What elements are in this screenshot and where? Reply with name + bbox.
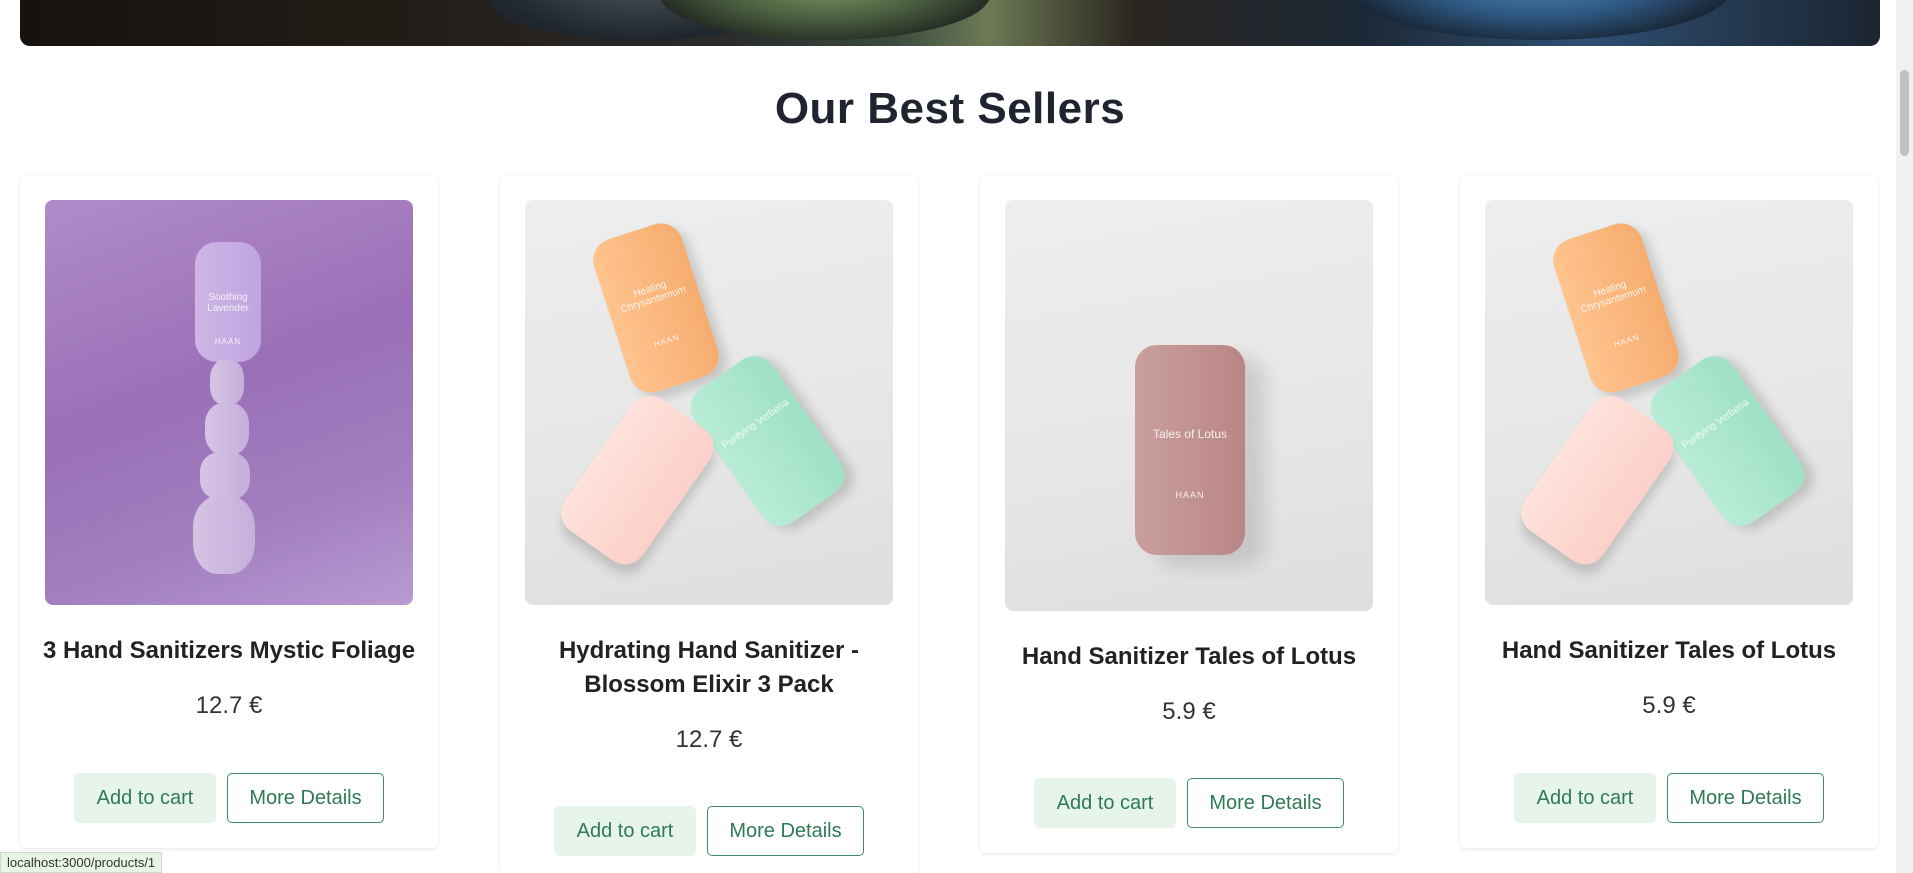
product-card: Soothing Lavender HAAN 3 Hand Sanitizers… <box>20 176 438 848</box>
scrollbar-thumb[interactable] <box>1900 70 1909 156</box>
product-price: 12.7 € <box>195 692 263 719</box>
add-to-cart-button[interactable]: Add to cart <box>554 806 696 856</box>
product-card: Healing Chrysantemum HAAN Purifying Verb… <box>1460 176 1878 848</box>
product-name[interactable]: Hand Sanitizer Tales of Lotus <box>1480 634 1858 668</box>
product-card: Healing Chrysantemum HAAN Purifying Verb… <box>500 176 918 873</box>
product-image[interactable]: Tales of Lotus HAAN <box>1005 200 1373 611</box>
product-name[interactable]: Hand Sanitizer Tales of Lotus <box>1000 640 1378 674</box>
bottle-label: Purifying Verbena <box>720 397 792 452</box>
bottle-label: Healing Chrysantemum <box>619 278 688 316</box>
more-details-button[interactable]: More Details <box>707 806 864 856</box>
more-details-button[interactable]: More Details <box>1667 773 1824 823</box>
bottle-label: Healing Chrysantemum <box>1579 278 1648 316</box>
hero-banner-image <box>20 0 1880 46</box>
brand-label: HAAN <box>652 332 681 350</box>
add-to-cart-button[interactable]: Add to cart <box>1514 773 1656 823</box>
product-price: 5.9 € <box>1642 692 1696 719</box>
product-price: 12.7 € <box>675 726 743 753</box>
product-image[interactable]: Healing Chrysantemum HAAN Purifying Verb… <box>525 200 893 605</box>
bottle-label: Purifying Verbena <box>1680 397 1752 452</box>
product-name[interactable]: 3 Hand Sanitizers Mystic Foliage <box>40 634 418 668</box>
product-card: Tales of Lotus HAAN Hand Sanitizer Tales… <box>980 176 1398 853</box>
page-scrollbar[interactable] <box>1896 0 1913 873</box>
more-details-button[interactable]: More Details <box>227 773 384 823</box>
section-title: Our Best Sellers <box>774 84 1126 133</box>
add-to-cart-button[interactable]: Add to cart <box>1034 778 1176 828</box>
product-image[interactable]: Healing Chrysantemum HAAN Purifying Verb… <box>1485 200 1853 605</box>
brand-label: HAAN <box>1612 332 1641 350</box>
brand-label: HAAN <box>214 337 242 346</box>
brand-label: HAAN <box>1175 490 1205 500</box>
status-bar-url: localhost:3000/products/1 <box>0 852 163 873</box>
product-name[interactable]: Hydrating Hand Sanitizer - Blossom Elixi… <box>520 634 898 702</box>
product-price: 5.9 € <box>1162 698 1216 725</box>
product-image[interactable]: Soothing Lavender HAAN <box>45 200 413 605</box>
add-to-cart-button[interactable]: Add to cart <box>74 773 216 823</box>
bottle-label: Soothing Lavender <box>207 292 249 314</box>
more-details-button[interactable]: More Details <box>1187 778 1344 828</box>
bottle-label: Tales of Lotus <box>1152 427 1228 441</box>
